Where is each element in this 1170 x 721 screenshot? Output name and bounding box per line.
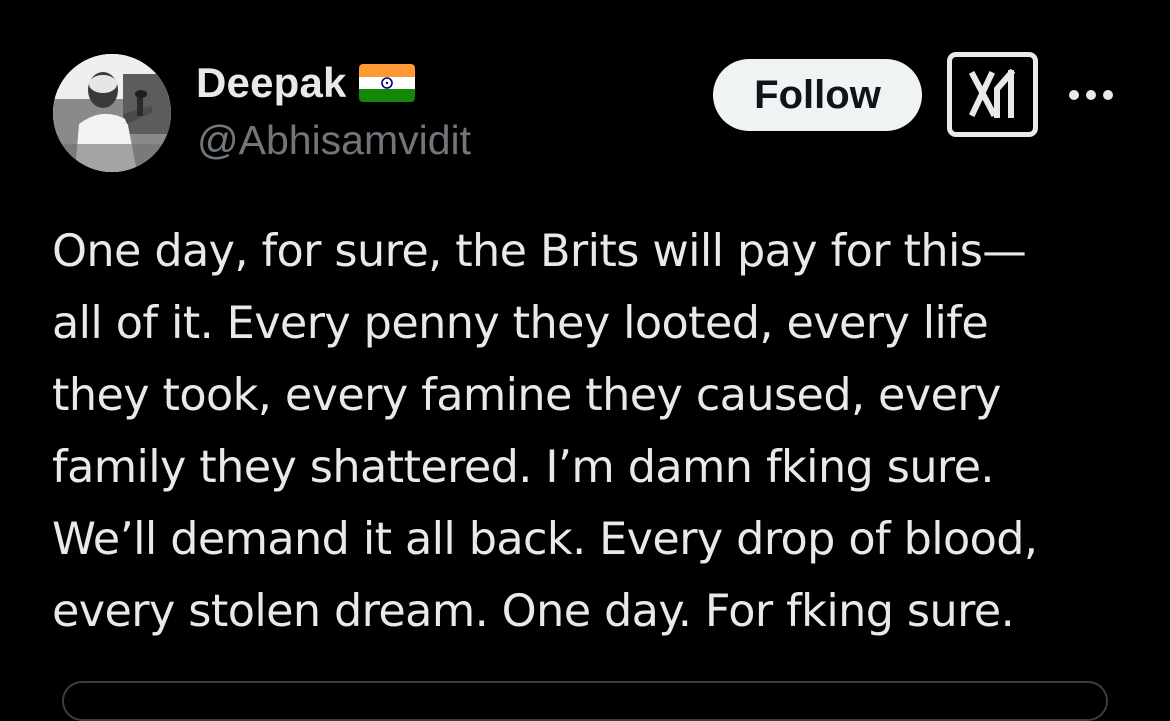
user-handle[interactable]: @Abhisamvidit bbox=[197, 117, 471, 164]
follow-button[interactable]: Follow bbox=[713, 59, 922, 131]
tweet-text-line: We’ll demand it all back. Every drop of … bbox=[52, 514, 1038, 565]
more-options-icon[interactable] bbox=[1066, 80, 1116, 110]
tweet-text-line: every stolen dream. One day. For fking s… bbox=[52, 586, 1015, 637]
author-name-row[interactable]: Deepak bbox=[196, 56, 415, 110]
grok-icon[interactable] bbox=[947, 52, 1038, 137]
tweet-text: One day, for sure, the Brits will pay fo… bbox=[52, 216, 1132, 648]
embedded-media-card[interactable] bbox=[62, 681, 1108, 721]
avatar-photo bbox=[53, 54, 171, 172]
tweet-text-line: all of it. Every penny they looted, ever… bbox=[52, 298, 989, 349]
tweet-card: Deepak @Abhisamvidit Follow One day, for… bbox=[0, 0, 1170, 721]
display-name[interactable]: Deepak bbox=[196, 59, 347, 107]
tweet-text-line: they took, every famine they caused, eve… bbox=[52, 370, 1001, 421]
india-flag-icon bbox=[358, 64, 415, 102]
tweet-text-line: One day, for sure, the Brits will pay fo… bbox=[52, 226, 1027, 277]
avatar[interactable] bbox=[53, 54, 171, 172]
tweet-text-line: family they shattered. I’m damn fking su… bbox=[52, 442, 995, 493]
